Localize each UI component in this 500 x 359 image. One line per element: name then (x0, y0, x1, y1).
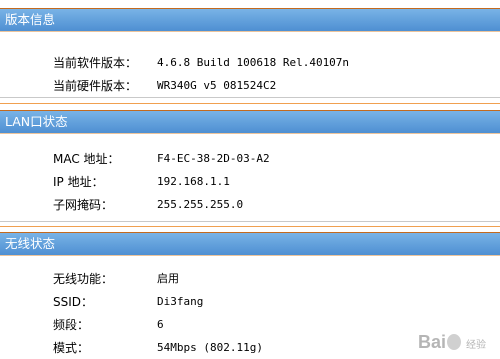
ip-address-value: 192.168.1.1 (157, 175, 230, 188)
wireless-function-value: 启用 (157, 272, 179, 285)
ssid-row: SSID： Di3fang (0, 292, 500, 312)
mac-address-label: MAC 地址： (53, 152, 120, 166)
wireless-function-label: 无线功能： (53, 272, 114, 286)
hardware-version-value: WR340G v5 081524C2 (157, 79, 277, 92)
subnet-mask-value: 255.255.255.0 (157, 198, 244, 211)
ssid-value: Di3fang (157, 295, 204, 308)
watermark-text: Bai (417, 332, 446, 352)
section-divider (0, 226, 500, 227)
wireless-function-row: 无线功能： 启用 (0, 269, 500, 289)
mac-address-value: F4-EC-38-2D-03-A2 (157, 152, 270, 165)
hardware-version-row: 当前硬件版本： WR340G v5 081524C2 (0, 76, 500, 96)
watermark-suffix: 经验 (466, 340, 486, 351)
ip-address-label: IP 地址： (53, 175, 104, 189)
version-panel-title: 版本信息 (0, 8, 500, 32)
lan-panel-title: LAN口状态 (0, 110, 500, 134)
mode-value: 54Mbps (802.11g) (157, 341, 263, 354)
ssid-label: SSID： (53, 295, 94, 309)
subnet-mask-row: 子网掩码： 255.255.255.0 (0, 195, 500, 215)
mode-label: 模式： (53, 341, 90, 355)
software-version-value: 4.6.8 Build 100618 Rel.40107n (157, 56, 350, 69)
channel-value: 6 (157, 318, 164, 331)
subnet-mask-label: 子网掩码： (53, 198, 114, 212)
software-version-label: 当前软件版本： (53, 56, 138, 70)
baidu-watermark: Bai 经验 (418, 332, 486, 353)
mac-address-row: MAC 地址： F4-EC-38-2D-03-A2 (0, 149, 500, 169)
wireless-panel-title: 无线状态 (0, 232, 500, 256)
software-version-row: 当前软件版本： 4.6.8 Build 100618 Rel.40107n (0, 53, 500, 73)
section-divider (0, 103, 500, 104)
paw-icon (447, 334, 461, 350)
lan-panel: LAN口状态 MAC 地址： F4-EC-38-2D-03-A2 IP 地址： … (0, 110, 500, 222)
version-panel: 版本信息 当前软件版本： 4.6.8 Build 100618 Rel.4010… (0, 8, 500, 98)
hardware-version-label: 当前硬件版本： (53, 79, 138, 93)
channel-label: 频段： (53, 318, 90, 332)
ip-address-row: IP 地址： 192.168.1.1 (0, 172, 500, 192)
